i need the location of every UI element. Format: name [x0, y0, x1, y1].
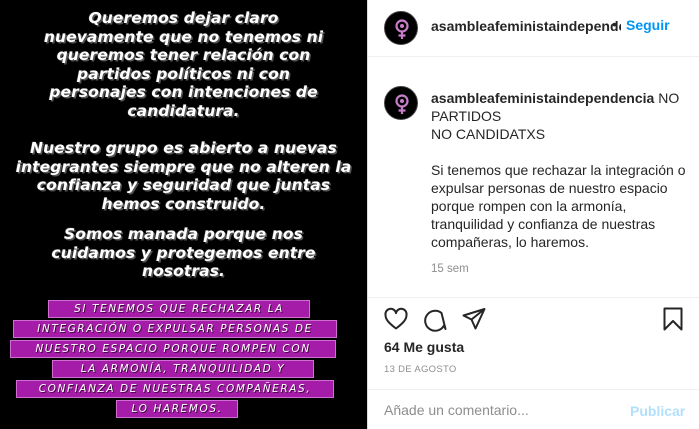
publish-button[interactable]: Publicar — [630, 403, 685, 419]
caption-username[interactable]: asambleafeministaindependencia — [431, 90, 654, 106]
likes-count[interactable]: 64 Me gusta — [384, 339, 464, 355]
image-highlight-block: SI TENEMOS QUE RECHAZAR LA INTEGRACIÓN O… — [0, 298, 367, 420]
separator-dot: • — [612, 16, 617, 32]
highlight-line: LA ARMONÍA, TRANQUILIDAD Y — [52, 360, 314, 378]
caption-timestamp[interactable]: 15 sem — [431, 263, 469, 275]
header-username[interactable]: asambleafeministaindependencia — [431, 18, 621, 34]
highlight-line: NUESTRO ESPACIO PORQUE ROMPEN CON — [10, 340, 336, 358]
comment-icon[interactable] — [422, 306, 448, 332]
highlight-line: SI TENEMOS QUE RECHAZAR LA — [48, 300, 310, 318]
feminist-symbol-icon — [395, 19, 409, 39]
caption-avatar[interactable] — [384, 86, 418, 120]
feminist-symbol-icon — [395, 94, 409, 114]
image-paragraph-1: Queremos dejar claro nuevamente que no t… — [43, 9, 324, 120]
avatar[interactable] — [384, 11, 418, 45]
share-icon[interactable] — [461, 306, 487, 332]
post-caption: asambleafeministaindependencia NO PARTID… — [431, 89, 693, 251]
caption-text: PARTIDOS NO CANDIDATXS Si tenemos que re… — [431, 108, 686, 250]
highlight-line: INTEGRACIÓN O EXPULSAR PERSONAS DE — [13, 320, 337, 338]
highlight-line: LO HAREMOS. — [116, 400, 238, 418]
comment-input[interactable] — [384, 402, 614, 418]
post-header: asambleafeministaindependencia • Seguir — [368, 0, 699, 57]
post-sidebar: asambleafeministaindependencia • Seguir … — [367, 0, 699, 429]
highlight-line: CONFIANZA DE NUESTRAS COMPAÑERAS, — [16, 380, 334, 398]
heart-icon[interactable] — [383, 306, 409, 332]
post-date[interactable]: 13 DE AGOSTO — [384, 364, 457, 375]
caption-first-word: NO — [658, 90, 680, 106]
image-paragraph-3: Somos manada porque nos cuidamos y prote… — [51, 225, 316, 280]
post-image: Queremos dejar claro nuevamente que no t… — [0, 0, 367, 429]
action-bar — [368, 297, 699, 339]
bookmark-icon[interactable] — [660, 306, 686, 332]
comment-bar: Publicar — [368, 389, 699, 429]
image-paragraph-2: Nuestro grupo es abierto a nuevas integr… — [15, 139, 352, 213]
follow-button[interactable]: Seguir — [626, 17, 670, 33]
